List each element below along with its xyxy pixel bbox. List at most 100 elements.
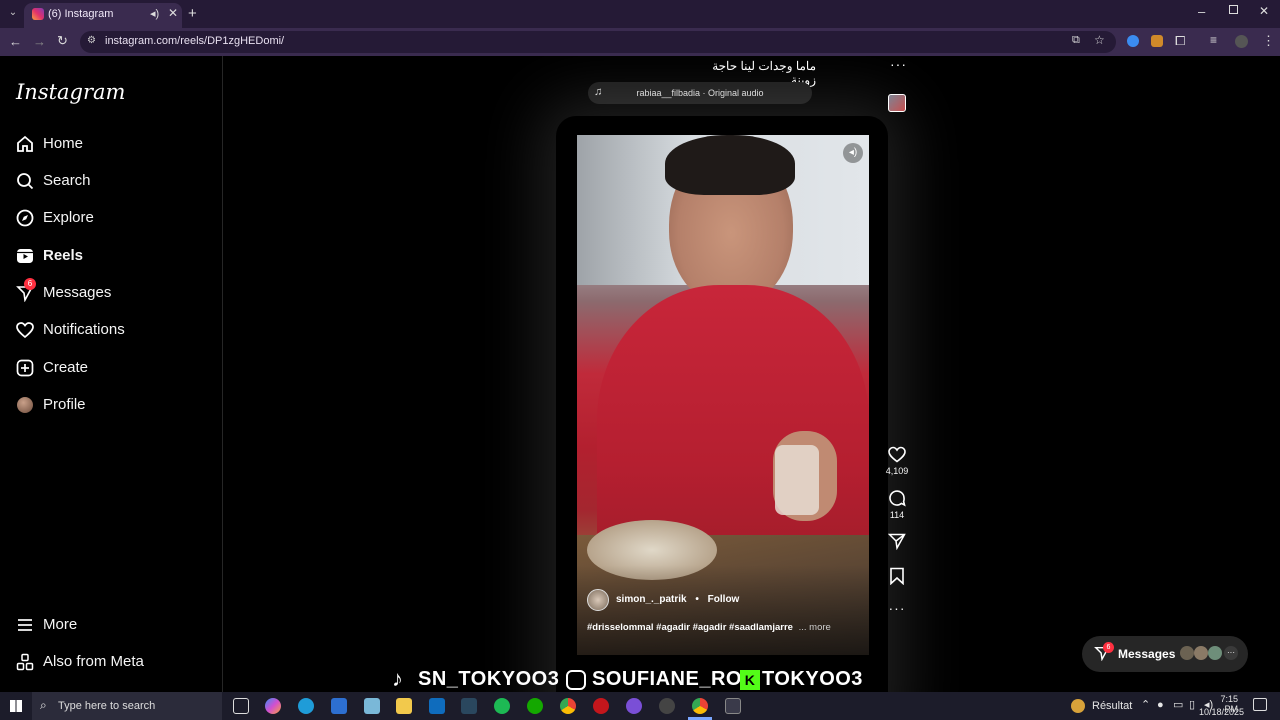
extensions-puzzle-icon[interactable]: ⧠ <box>1175 33 1185 49</box>
forward-button[interactable]: → <box>33 34 46 49</box>
media-control-icon[interactable]: ≡ <box>1210 33 1217 47</box>
chrome-active-icon[interactable] <box>692 698 708 714</box>
spotify-icon[interactable] <box>494 698 510 714</box>
clock-date[interactable]: 10/18/2025 <box>1196 707 1244 717</box>
close-window-button[interactable]: ✕ <box>1259 4 1269 18</box>
sidebar-item-explore[interactable]: Explore <box>16 206 94 230</box>
app-icon[interactable] <box>364 698 380 714</box>
separator-dot: • <box>695 594 699 605</box>
chrome-profile-icon[interactable] <box>659 698 675 714</box>
notification-center-icon[interactable] <box>1253 698 1267 711</box>
comment-count: 114 <box>889 510 905 520</box>
like-action[interactable]: 4,109 <box>884 446 910 476</box>
sidebar-meta-button[interactable]: Also from Meta <box>16 650 144 674</box>
hashtags[interactable]: #drisselommal #agadir #agadir #saadlamja… <box>587 622 793 633</box>
sidebar-item-label: Profile <box>43 396 86 413</box>
url-text: instagram.com/reels/DP1zgHEDomi/ <box>105 35 285 47</box>
sidebar-item-label: Search <box>43 172 91 189</box>
task-view-icon[interactable] <box>233 698 249 714</box>
sidebar-item-messages[interactable]: 6 Messages <box>16 278 112 305</box>
sidebar-item-reels[interactable]: Reels <box>16 244 83 268</box>
chrome-profile-icon[interactable] <box>626 698 642 714</box>
plus-square-icon <box>16 359 34 377</box>
volume-icon[interactable]: ◂) <box>843 143 863 163</box>
bookmark-star-icon[interactable]: ☆ <box>1094 33 1105 47</box>
message-avatar <box>1194 646 1208 660</box>
messenger-icon: 6 <box>16 278 36 302</box>
heart-icon <box>16 321 34 339</box>
reels-icon <box>16 247 34 265</box>
kick-handle: TOKYOO3 <box>762 668 863 690</box>
like-count: 4,109 <box>885 466 909 476</box>
prev-reel-audio-pill[interactable]: ♫ rabiaa__filbadia · Original audio <box>588 82 812 104</box>
save-action[interactable] <box>884 567 910 587</box>
outlook-icon[interactable] <box>429 698 445 714</box>
tab-search-button[interactable]: ⌄ <box>6 7 20 21</box>
weather-label[interactable]: Résultat <box>1092 700 1132 712</box>
sidebar-item-label: Explore <box>43 209 94 226</box>
tab-close-icon[interactable]: ✕ <box>168 6 178 20</box>
back-button[interactable]: ← <box>9 34 22 49</box>
battery-icon[interactable]: ▯ <box>1189 698 1195 711</box>
chrome-icon[interactable] <box>560 698 576 714</box>
bookmark-icon[interactable] <box>889 567 905 587</box>
prev-reel-more-button[interactable]: ··· <box>890 56 907 72</box>
network-icon[interactable]: ▭ <box>1173 698 1183 711</box>
heart-icon[interactable] <box>888 446 906 465</box>
instagram-icon <box>566 670 586 690</box>
sidebar-item-label: Home <box>43 135 84 152</box>
more-options-button[interactable]: ··· <box>884 600 910 616</box>
sidebar-item-create[interactable]: Create <box>16 356 88 380</box>
sidebar-more-button[interactable]: More <box>16 613 77 637</box>
taskbar-search-box[interactable]: ⌕ Type here to search <box>32 692 222 720</box>
upwork-icon[interactable] <box>527 698 543 714</box>
install-app-icon[interactable]: ⧉ <box>1072 34 1080 47</box>
browser-tab-strip: ⌄ (6) Instagram ◂) ✕ + – ✕ <box>0 0 1280 28</box>
reload-button[interactable]: ↻ <box>57 33 68 49</box>
edge-icon[interactable] <box>298 698 314 714</box>
maximize-button[interactable] <box>1229 5 1238 14</box>
url-bar[interactable]: ⚙ instagram.com/reels/DP1zgHEDomi/ ⧉ ☆ <box>80 31 1116 53</box>
tab-audio-icon[interactable]: ◂) <box>150 7 159 20</box>
minimize-button[interactable]: – <box>1198 4 1205 19</box>
sidebar-item-notifications[interactable]: Notifications <box>16 318 125 342</box>
comment-action[interactable]: 114 <box>884 489 910 520</box>
messages-badge: 6 <box>24 278 36 290</box>
author-avatar[interactable] <box>587 589 609 611</box>
steam-icon[interactable] <box>461 698 477 714</box>
new-tab-button[interactable]: + <box>188 5 197 22</box>
sidebar-item-home[interactable]: Home <box>16 132 83 156</box>
browser-tab[interactable]: (6) Instagram ◂) ✕ <box>24 3 182 28</box>
reel-video[interactable]: ◂) simon_._patrik • Follow #drisselommal… <box>577 135 869 655</box>
author-username[interactable]: simon_._patrik <box>616 594 687 605</box>
profile-avatar[interactable] <box>1235 35 1248 48</box>
share-action[interactable] <box>884 532 910 552</box>
share-paper-plane-icon[interactable] <box>887 532 906 552</box>
microphone-icon[interactable]: ● <box>1157 699 1164 711</box>
windows-start-icon[interactable] <box>10 700 22 712</box>
tray-chevron-icon[interactable]: ⌃ <box>1141 698 1150 711</box>
comment-icon[interactable] <box>888 489 906 509</box>
weather-icon[interactable] <box>1071 699 1085 713</box>
instagram-logo[interactable]: Instagram <box>16 80 125 104</box>
extension-icon[interactable] <box>1151 35 1163 47</box>
calculator-icon[interactable] <box>725 698 741 714</box>
extension-icon[interactable] <box>1127 35 1139 47</box>
browser-menu-icon[interactable]: ⋮ <box>1262 33 1275 49</box>
follow-button[interactable]: Follow <box>708 594 740 605</box>
site-info-icon[interactable]: ⚙ <box>87 35 96 46</box>
messages-pill[interactable]: 6 Messages ··· <box>1082 636 1248 672</box>
sidebar-item-profile[interactable]: Profile <box>16 393 86 417</box>
app-icon[interactable] <box>593 698 609 714</box>
prev-reel-audio-thumbnail[interactable] <box>888 94 906 112</box>
instagram-favicon-icon <box>32 8 44 20</box>
sidebar-item-search[interactable]: Search <box>16 169 91 193</box>
sidebar-item-label: Messages <box>43 284 112 301</box>
caption-more-link[interactable]: ... more <box>799 622 831 633</box>
audio-label: rabiaa__filbadia · Original audio <box>636 88 764 98</box>
file-explorer-icon[interactable] <box>396 698 412 714</box>
windows-taskbar: ⌕ Type here to search Résultat ⌃ ● ▭ ▯ ◂… <box>0 692 1280 720</box>
sidebar: Instagram Home Search Explore Reels 6 Me… <box>0 56 223 692</box>
store-icon[interactable] <box>331 698 347 714</box>
copilot-icon[interactable] <box>265 698 281 714</box>
